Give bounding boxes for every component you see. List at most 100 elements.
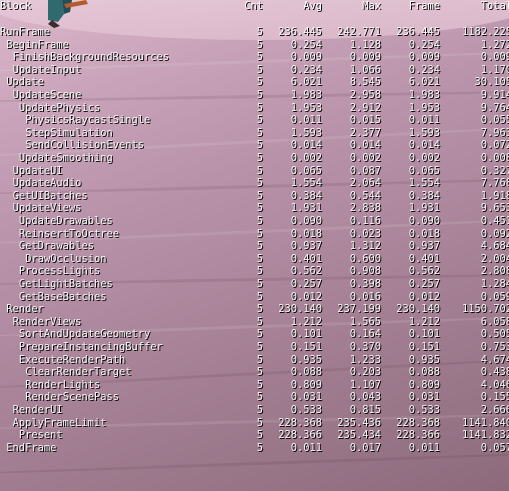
max-value: 2.377 [349, 126, 381, 139]
total-value: 7.768 [480, 177, 509, 190]
cnt-value: 5 [256, 366, 263, 379]
max-value: 1.066 [349, 63, 381, 76]
cnt-value: 5 [256, 139, 263, 152]
avg-value: 0.257 [290, 278, 322, 290]
max-value: 1.233 [349, 353, 381, 366]
block-name: BeginFrame [6, 38, 69, 51]
block-name: RenderScenePass [25, 391, 120, 404]
profiler-row: GetLightBatches 5 0.257 0.398 0.257 1.284 [0, 278, 509, 291]
frame-value: 0.031 [408, 391, 440, 404]
cnt-value: 5 [256, 265, 263, 278]
avg-value: 0.809 [290, 378, 322, 391]
block-name: UpdateSmoothing [18, 152, 113, 164]
total-value: 0.055 [480, 114, 509, 127]
block-name: ReinsertToOctree [18, 227, 119, 240]
cnt-value: 5 [256, 63, 263, 76]
total-value: 1.272 [480, 38, 509, 51]
frame-value: 1.931 [408, 202, 440, 215]
cnt-value: 5 [256, 278, 263, 290]
total-value: 9.764 [480, 101, 509, 114]
avg-value: 228.366 [278, 429, 322, 442]
block-name: UpdateInput [12, 63, 82, 76]
max-value: 1.312 [349, 240, 381, 253]
frame-value: 0.012 [408, 290, 440, 303]
profiler-row: UpdateViews 5 1.931 2.838 1.931 9.653 [0, 202, 509, 215]
frame-value: 0.384 [408, 189, 440, 202]
max-value: 1.565 [349, 315, 381, 328]
frame-value: 0.809 [408, 378, 440, 391]
profiler-row: ApplyFrameLimit 5 228.368 235.436 228.368 114… [0, 417, 509, 430]
total-value: 30.105 [474, 76, 509, 89]
avg-value: 0.533 [290, 404, 322, 416]
max-value: 235.434 [337, 429, 381, 442]
header-block: Block [0, 0, 32, 12]
profiler-row: ProcessLights 5 0.562 0.908 0.562 2.808 [0, 265, 509, 278]
avg-value: 0.562 [290, 265, 322, 278]
avg-value: 0.002 [290, 152, 322, 164]
frame-value: 0.401 [408, 252, 440, 265]
profiler-row: StepSimulation 5 1.593 2.377 1.593 7.963 [0, 127, 509, 140]
cnt-value: 5 [256, 26, 263, 38]
block-name: UpdateUI [12, 164, 63, 177]
frame-value: 1.983 [408, 89, 440, 101]
avg-value: 0.151 [290, 341, 322, 353]
block-name: ApplyFrameLimit [12, 416, 107, 429]
block-name: Render [6, 303, 44, 316]
frame-value: 0.011 [408, 441, 440, 454]
max-value: 0.370 [349, 341, 381, 353]
profiler-row: UpdateUI 5 0.065 0.087 0.065 0.327 [0, 165, 509, 178]
avg-value: 0.088 [290, 366, 322, 379]
frame-value: 0.018 [408, 227, 440, 240]
max-value: 1.107 [349, 378, 381, 391]
block-name: UpdateAudio [12, 177, 82, 190]
cnt-value: 5 [256, 240, 263, 253]
block-name: UpdateDrawables [18, 215, 113, 227]
avg-value: 0.031 [290, 391, 322, 404]
frame-value: 230.140 [396, 303, 440, 316]
profiler-row: DrawOcclusion 5 0.401 0.600 0.401 2.004 [0, 253, 509, 266]
block-name: RunFrame [0, 26, 51, 38]
avg-value: 0.384 [290, 189, 322, 202]
frame-value: 0.935 [408, 353, 440, 366]
max-value: 0.203 [349, 366, 381, 379]
block-name: PrepareInstancingBuffer [18, 341, 163, 353]
terrain-wave [0, 451, 509, 476]
cnt-value: 5 [256, 114, 263, 127]
max-value: 0.023 [349, 227, 381, 240]
total-value: 0.327 [480, 164, 509, 177]
cnt-value: 5 [256, 177, 263, 190]
block-name: Update [6, 76, 44, 89]
max-value: 2.912 [349, 101, 381, 114]
total-value: 9.914 [480, 89, 509, 101]
frame-value: 1.953 [408, 101, 440, 114]
total-value: 0.057 [480, 441, 509, 454]
header-frame: Frame [408, 0, 440, 12]
profiler-row: UpdatePhysics 5 1.953 2.912 1.953 9.764 [0, 102, 509, 115]
cnt-value: 5 [256, 416, 263, 429]
block-name: SendCollisionEvents [25, 139, 145, 152]
max-value: 1.128 [349, 38, 381, 51]
frame-value: 0.562 [408, 265, 440, 278]
avg-value: 0.009 [290, 51, 322, 64]
block-name: RenderUI [12, 404, 63, 416]
max-value: 237.199 [337, 303, 381, 316]
profiler-row: RunFrame 5 236.445 242.771 236.445 1182.225 [0, 26, 509, 39]
avg-value: 6.021 [290, 76, 322, 89]
block-name: Present [18, 429, 63, 442]
avg-value: 1.931 [290, 202, 322, 215]
frame-value: 0.009 [408, 51, 440, 64]
max-value: 0.164 [349, 328, 381, 341]
frame-value: 0.014 [408, 139, 440, 152]
cnt-value: 5 [256, 227, 263, 240]
profiler-row: PhysicsRaycastSingle 5 0.011 0.015 0.011 0.05… [0, 114, 509, 127]
cnt-value: 5 [256, 152, 263, 164]
max-value: 2.064 [349, 177, 381, 190]
frame-value: 0.254 [408, 38, 440, 51]
frame-value: 0.533 [408, 404, 440, 416]
block-name: GetLightBatches [18, 278, 113, 290]
header-total: Total [480, 0, 509, 12]
frame-value: 0.002 [408, 152, 440, 164]
total-value: 1.170 [480, 63, 509, 76]
block-name: UpdateViews [12, 202, 82, 215]
profiler-row: Update 5 6.021 8.545 6.021 30.105 [0, 76, 509, 89]
